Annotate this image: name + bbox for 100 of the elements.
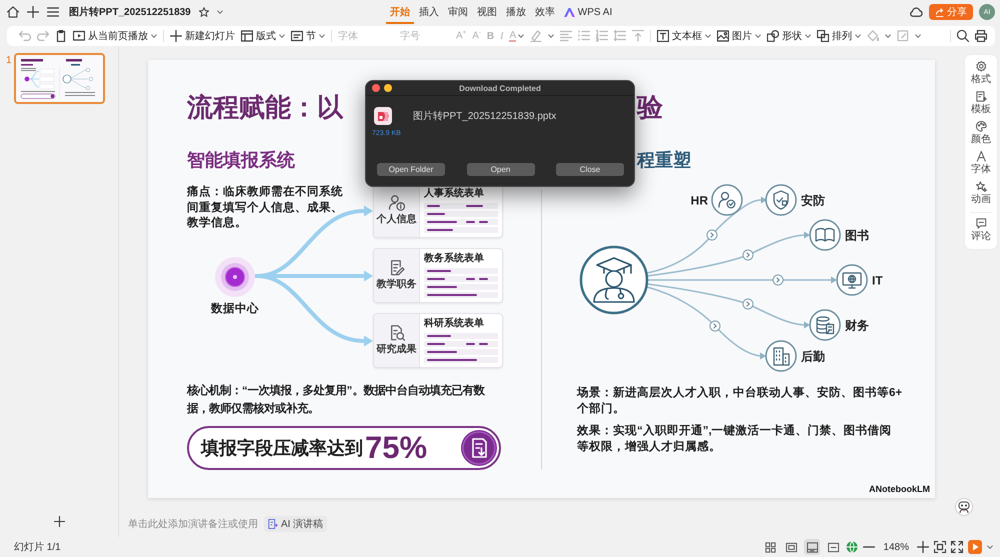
clipboard-icon[interactable] — [55, 30, 67, 42]
monitor-globe-icon — [836, 264, 868, 296]
chevron-icon — [742, 298, 754, 310]
share-icon — [935, 8, 944, 16]
document-plus-icon — [976, 91, 986, 102]
menu-icon[interactable] — [47, 6, 59, 18]
graduate-doctor-icon — [580, 246, 648, 314]
caret-icon[interactable] — [885, 34, 892, 38]
node-label: IT — [872, 274, 883, 288]
glowing-dot-icon — [215, 256, 255, 296]
caret-icon[interactable] — [987, 545, 993, 549]
slide-number: 1 — [6, 55, 12, 66]
arrange-button[interactable]: 排列 — [817, 29, 862, 43]
caret-icon[interactable] — [216, 10, 223, 14]
star-icon[interactable] — [198, 7, 209, 17]
layout-grid-icon — [241, 30, 253, 42]
ribbon-tab[interactable]: 效率 — [530, 0, 559, 24]
letter-a-icon — [976, 151, 986, 162]
document-download-icon — [461, 430, 497, 466]
form-title: 人事系统表单 — [424, 188, 485, 200]
book-icon — [809, 219, 841, 251]
database-icon — [809, 309, 841, 341]
search-icon[interactable] — [957, 30, 969, 42]
shield-icon — [765, 184, 797, 216]
template-button[interactable]: 模板 — [971, 89, 991, 119]
zoom-level[interactable]: 148% — [883, 542, 909, 552]
font-button[interactable]: 字体 — [971, 149, 991, 179]
home-icon[interactable] — [7, 6, 19, 18]
ai-script-button[interactable]: AI 演讲稿 — [264, 516, 328, 532]
robot-assistant-icon[interactable] — [955, 498, 973, 516]
play-from-current-button[interactable]: 从当前页播放 — [73, 29, 157, 43]
ribbon-tab[interactable]: WPS AI — [560, 0, 616, 24]
globe-icon[interactable] — [846, 541, 858, 553]
color-button[interactable]: 颜色 — [971, 119, 991, 149]
brand-mark: ANotebookLM — [869, 484, 930, 495]
ribbon-tab[interactable]: 播放 — [502, 0, 530, 24]
file-name: 图片转PPT_202512251839.pptx — [412, 110, 556, 123]
text-block-icon — [291, 30, 303, 42]
animation-button[interactable]: 动画 — [971, 179, 991, 209]
layout-button[interactable]: 版式 — [241, 29, 285, 43]
add-slide-icon[interactable] — [54, 516, 65, 527]
play-icon[interactable] — [968, 540, 982, 554]
fit-to-window-icon[interactable] — [934, 541, 946, 553]
fullscreen-icon[interactable] — [951, 541, 963, 553]
text-box-icon — [657, 30, 670, 42]
dialog-button[interactable]: Open Folder — [377, 163, 445, 176]
chevron-icon — [710, 320, 720, 332]
card-label: 研究成果 — [376, 344, 416, 356]
caret-icon[interactable] — [548, 34, 554, 38]
hub-label: 数据中心 — [211, 301, 259, 316]
building-icon — [765, 340, 797, 372]
chevron-icon — [706, 230, 718, 240]
comment-icon — [976, 218, 986, 229]
close-window-icon[interactable] — [372, 84, 380, 92]
new-slide-button[interactable]: 新建幻灯片 — [170, 29, 235, 43]
section-button[interactable]: 节 — [291, 29, 325, 43]
text-box-button[interactable]: 文本框 — [657, 29, 712, 43]
chevron-icon — [772, 274, 784, 286]
caret-icon[interactable] — [915, 34, 922, 38]
print-icon[interactable] — [975, 30, 987, 42]
image-icon — [717, 30, 730, 42]
node-label: HR — [690, 194, 708, 208]
ribbon-tab[interactable]: 审阅 — [444, 0, 472, 24]
format-button[interactable]: 格式 — [971, 59, 991, 89]
section-heading: 智能填报系统 — [187, 149, 295, 171]
caret-icon — [705, 34, 712, 38]
form-title: 科研系统表单 — [424, 318, 485, 330]
caret-icon — [319, 34, 325, 38]
dialog-button[interactable]: Close — [556, 163, 624, 176]
comment-button[interactable]: 评论 — [971, 216, 991, 246]
overlapping-squares-icon — [817, 30, 830, 42]
ribbon-tab[interactable]: 视图 — [472, 0, 501, 24]
effect-text: 效果：实现“入职即开通”,一键激活一卡通、门禁、图书借阅等权限，增强人才归属感。 — [577, 423, 893, 455]
image-button[interactable]: 图片 — [717, 29, 762, 43]
document-edit-icon — [388, 260, 404, 276]
slide-title: 流程赋能：以 — [187, 92, 343, 122]
palette-icon — [976, 121, 986, 132]
stat-label: 填报字段压减率达到 — [201, 437, 363, 460]
panel-split-icon[interactable] — [804, 539, 820, 555]
document-search-icon — [388, 325, 404, 341]
plus-icon[interactable] — [917, 541, 929, 553]
scenario-text: 场景：新进高层次人才入职，中台联动人事、安防、图书等6+个部门。 — [577, 385, 904, 417]
node-label: 安防 — [801, 194, 825, 208]
chevron-icon — [742, 250, 754, 260]
node-label: 后勤 — [801, 350, 825, 364]
dialog-button[interactable]: Open — [466, 163, 534, 176]
section-heading: 程重塑 — [637, 149, 691, 171]
new-tab-icon[interactable] — [27, 6, 39, 18]
cloud-icon[interactable] — [910, 7, 923, 17]
person-check-icon — [711, 184, 743, 216]
caret-icon — [755, 34, 762, 38]
minimize-window-icon[interactable] — [384, 84, 392, 92]
ai-logo-icon — [564, 8, 575, 16]
shapes-button[interactable]: 形状 — [767, 29, 812, 43]
stat-value: 75% — [365, 431, 428, 465]
caret-icon — [151, 34, 157, 38]
ribbon-tab[interactable]: 插入 — [414, 0, 443, 24]
person-info-icon — [388, 195, 404, 211]
gear-icon — [976, 61, 986, 72]
slide-counter: 幻灯片 1/1 — [14, 540, 61, 554]
